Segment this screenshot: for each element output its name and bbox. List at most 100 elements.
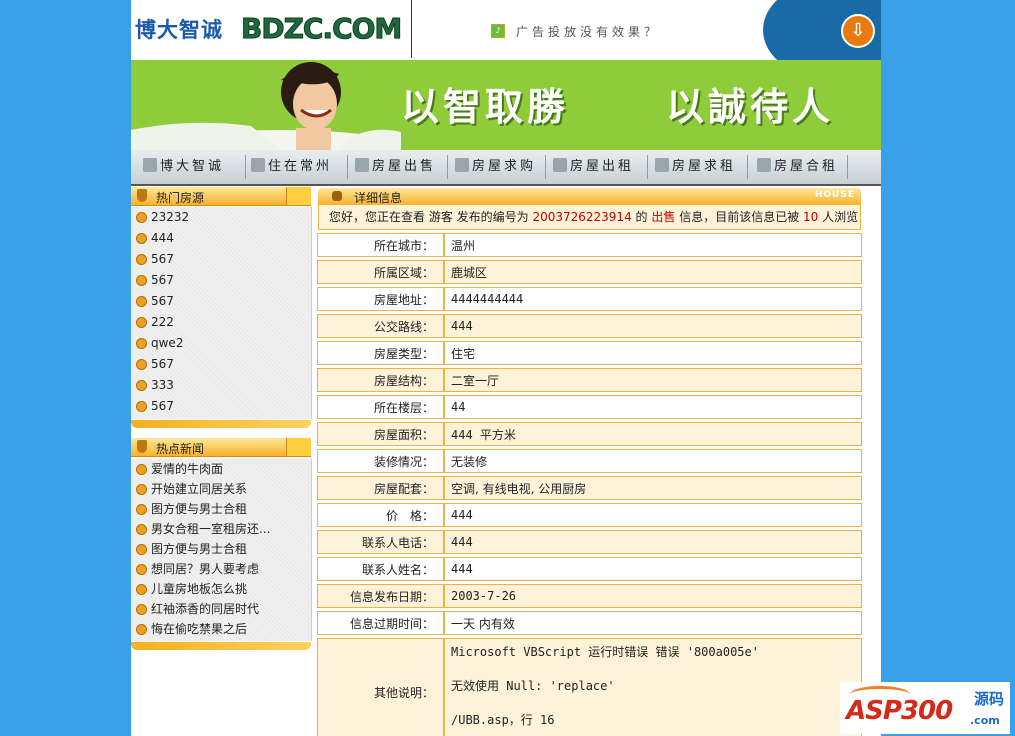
list-item[interactable]: 222	[131, 312, 311, 333]
list-item-label: 567	[151, 357, 174, 371]
header-tab-decoration	[286, 438, 311, 456]
nav-item-label: 房屋出售	[372, 159, 437, 174]
field-value: 空调, 有线电视, 公用厨房	[444, 476, 862, 500]
nav-item-bdzc[interactable]: 博大智诚	[139, 155, 246, 179]
field-label: 其他说明：	[317, 638, 444, 736]
list-item[interactable]: 爱情的牛肉面	[131, 459, 311, 479]
nav-item-label: 房屋求购	[472, 159, 537, 174]
table-row: 其他说明： Microsoft VBScript 运行时错误 错误 '800a00…	[317, 638, 862, 736]
nav-item-buy[interactable]: 房屋求购	[451, 155, 546, 179]
table-row: 房屋地址： 4444444444	[317, 287, 862, 311]
slogan-right: 以誠待人	[666, 84, 835, 129]
list-item[interactable]: qwe2	[131, 333, 311, 354]
slogan-banner: 以智取勝 以誠待人	[131, 60, 881, 150]
list-item[interactable]: 图方便与男士合租	[131, 499, 311, 519]
hot-houses-title: 热门房源	[156, 191, 205, 205]
field-label: 所在楼层：	[317, 395, 444, 419]
list-item[interactable]: 开始建立同居关系	[131, 479, 311, 499]
bullet-icon	[136, 604, 147, 615]
list-item[interactable]: 儿童房地板怎么挑	[131, 579, 311, 599]
field-value: 住宅	[444, 341, 862, 365]
table-row: 信息过期时间： 一天 内有效	[317, 611, 862, 635]
view-count: 10	[803, 210, 819, 224]
table-row: 所在楼层： 44	[317, 395, 862, 419]
field-value: 无装修	[444, 449, 862, 473]
field-label: 房屋地址：	[317, 287, 444, 311]
table-row: 所在城市： 温州	[317, 233, 862, 257]
nav-item-sale[interactable]: 房屋出售	[351, 155, 448, 179]
document-icon	[355, 158, 369, 172]
field-value: 2003-7-26	[444, 584, 862, 608]
detail-title: 详细信息	[354, 191, 403, 205]
hot-news-title: 热点新闻	[156, 442, 205, 456]
bullet-icon	[136, 624, 147, 635]
list-item[interactable]: 333	[131, 375, 311, 396]
nav-item-label: 房屋求租	[672, 159, 737, 174]
list-item[interactable]: 红袖添香的同居时代	[131, 599, 311, 619]
list-item-label: 红袖添香的同居时代	[151, 602, 260, 616]
bullet-icon	[136, 564, 147, 575]
watermark-brand: ASP300	[846, 696, 953, 726]
bullet-icon	[136, 504, 147, 515]
house-tag: HOUSE	[814, 190, 855, 200]
nav-item-rent-out[interactable]: 房屋出租	[549, 155, 648, 179]
field-label: 房屋配套：	[317, 476, 444, 500]
site-logo[interactable]: 博大智诚 BDZC.COM	[131, 0, 412, 58]
table-row: 联系人电话： 444	[317, 530, 862, 554]
field-value: 温州	[444, 233, 862, 257]
arrow-down-icon[interactable]: ⇩	[841, 14, 875, 48]
list-item-label: 想同居？男人要考虑	[151, 562, 260, 576]
field-label: 所属区域：	[317, 260, 444, 284]
list-item[interactable]: 567	[131, 354, 311, 375]
asp300-watermark: ASP300 源码 .com	[840, 682, 1010, 734]
welcome-message: 您好，您正在查看 游客 发布的编号为 2003726223914 的 出售 信息…	[318, 205, 861, 230]
info-icon	[332, 191, 342, 201]
field-value: 444	[444, 314, 862, 338]
ad-banner[interactable]: ♪ 广告投放没有效果？ ⇩	[413, 0, 881, 80]
shield-icon	[137, 189, 147, 202]
hot-houses-footer	[131, 420, 311, 428]
nav-item-label: 房屋合租	[774, 159, 839, 174]
list-item-label: 23232	[151, 210, 190, 224]
nav-item-label: 博大智诚	[160, 159, 225, 174]
list-icon	[455, 158, 469, 172]
hot-news-footer	[131, 642, 311, 650]
field-value: 444	[444, 503, 862, 527]
field-value: 4444444444	[444, 287, 862, 311]
list-item-label: 567	[151, 294, 174, 308]
list-item[interactable]: 图方便与男士合租	[131, 539, 311, 559]
bullet-icon	[136, 254, 147, 265]
error-line: Microsoft VBScript 运行时错误 错误 '800a005e'	[451, 645, 759, 659]
list-item[interactable]: 567	[131, 249, 311, 270]
nav-item-changzhou[interactable]: 住在常州	[247, 155, 348, 179]
list-item[interactable]: 444	[131, 228, 311, 249]
bullet-icon	[136, 484, 147, 495]
nav-item-label: 房屋出租	[570, 159, 635, 174]
hot-news-header: 热点新闻	[131, 438, 311, 457]
list-item-label: 儿童房地板怎么挑	[151, 582, 248, 596]
shield-icon	[137, 440, 147, 453]
list-item[interactable]: 悔在偷吃禁果之后	[131, 619, 311, 639]
list-item[interactable]: 567	[131, 291, 311, 312]
bullet-icon	[136, 380, 147, 391]
nav-item-share[interactable]: 房屋合租	[753, 155, 848, 179]
bullet-icon	[136, 401, 147, 412]
other-notes: Microsoft VBScript 运行时错误 错误 '800a005e' 无效…	[444, 638, 862, 736]
list-item[interactable]: 23232	[131, 207, 311, 228]
list-item[interactable]: 567	[131, 396, 311, 417]
logo-english-text: BDZC.COM	[240, 12, 402, 46]
field-label: 价 格：	[317, 503, 444, 527]
field-value: 444 平方米	[444, 422, 862, 446]
watermark-suffix-cn: 源码	[974, 690, 1005, 708]
hot-houses-list: 23232 444 567 567 567 222 qwe2 567 333 5…	[131, 207, 312, 419]
field-label: 联系人姓名：	[317, 557, 444, 581]
bullet-icon	[136, 275, 147, 286]
nav-item-rent-seek[interactable]: 房屋求租	[651, 155, 748, 179]
list-item[interactable]: 567	[131, 270, 311, 291]
smiling-person-image	[131, 60, 401, 150]
field-label: 信息发布日期：	[317, 584, 444, 608]
list-item[interactable]: 男女合租一室租房还...	[131, 519, 311, 539]
list-item[interactable]: 想同居？男人要考虑	[131, 559, 311, 579]
top-bar: 博大智诚 BDZC.COM ♪ 广告投放没有效果？ ⇩	[131, 0, 881, 80]
field-value: 444	[444, 557, 862, 581]
